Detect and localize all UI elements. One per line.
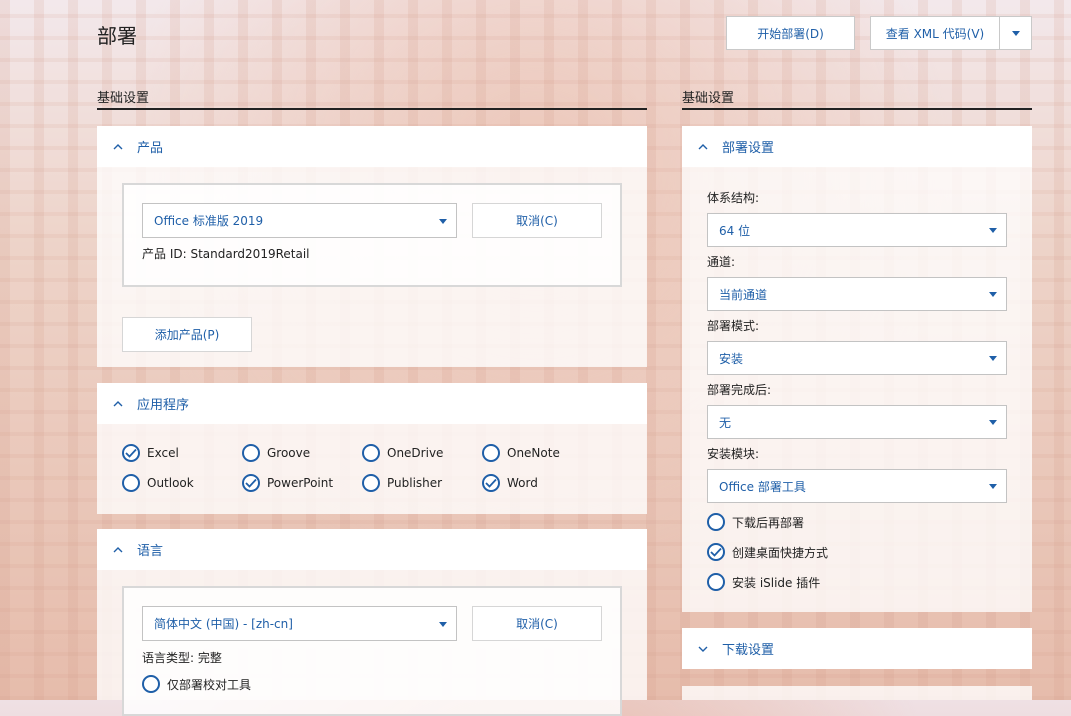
install-module-value: Office 部署工具 (719, 479, 806, 494)
checkmark-icon (122, 444, 140, 462)
app-checkbox-word[interactable]: Word (482, 474, 538, 492)
create-desktop-shortcut-checkbox[interactable]: 创建桌面快捷方式 (707, 543, 828, 561)
dropdown-caret-icon (439, 621, 447, 627)
unchecked-circle-icon (707, 573, 725, 591)
download-settings-header[interactable]: 下载设置 (682, 628, 1032, 669)
architecture-label: 体系结构: (707, 191, 760, 205)
proofing-only-checkbox[interactable]: 仅部署校对工具 (142, 675, 251, 693)
download-settings-title: 下载设置 (722, 643, 775, 658)
right-section-divider (682, 108, 1032, 110)
dropdown-caret-icon (989, 484, 997, 489)
architecture-value: 64 位 (719, 223, 751, 238)
app-checkbox-onenote[interactable]: OneNote (482, 444, 560, 462)
product-select-value: Office 标准版 2019 (154, 214, 264, 228)
app-label: OneDrive (387, 446, 444, 460)
download-then-deploy-checkbox[interactable]: 下载后再部署 (707, 513, 804, 531)
app-checkbox-groove[interactable]: Groove (242, 444, 310, 462)
app-checkbox-powerpoint[interactable]: PowerPoint (242, 474, 333, 492)
unchecked-circle-icon (482, 444, 500, 462)
app-label: OneNote (507, 446, 560, 460)
after-deploy-select[interactable]: 无 (707, 405, 1007, 439)
products-panel-title: 产品 (137, 141, 164, 156)
create-desktop-shortcut-label: 创建桌面快捷方式 (732, 545, 829, 560)
app-label: Groove (267, 446, 311, 460)
chevron-up-icon (107, 393, 129, 415)
proofing-only-label: 仅部署校对工具 (167, 677, 252, 692)
chevron-up-icon (692, 136, 714, 158)
install-module-label: 安装模块: (707, 447, 760, 461)
channel-label: 通道: (707, 255, 736, 269)
language-cancel-button[interactable]: 取消(C) (472, 606, 602, 641)
dropdown-caret-icon (989, 228, 997, 233)
install-module-select[interactable]: Office 部署工具 (707, 469, 1007, 503)
language-select-value: 简体中文 (中国) - [zh-cn] (154, 617, 293, 631)
deploy-mode-select[interactable]: 安装 (707, 341, 1007, 375)
app-checkbox-outlook[interactable]: Outlook (122, 474, 194, 492)
unchecked-circle-icon (362, 474, 380, 492)
chevron-up-icon (107, 539, 129, 561)
more-options-button[interactable] (999, 16, 1032, 50)
apps-panel-header[interactable]: 应用程序 (97, 383, 647, 424)
app-checkbox-publisher[interactable]: Publisher (362, 474, 442, 492)
after-deploy-value: 无 (719, 415, 732, 430)
next-panel-edge (682, 686, 1032, 700)
app-label: Excel (147, 446, 179, 460)
product-select[interactable]: Office 标准版 2019 (142, 203, 457, 238)
after-deploy-label: 部署完成后: (707, 383, 772, 397)
language-type-text: 语言类型: 完整 (142, 651, 222, 665)
left-section-divider (97, 108, 647, 110)
deploy-mode-value: 安装 (719, 351, 744, 366)
add-product-button[interactable]: 添加产品(P) (122, 317, 252, 352)
channel-select[interactable]: 当前通道 (707, 277, 1007, 311)
channel-value: 当前通道 (719, 287, 768, 302)
app-checkbox-onedrive[interactable]: OneDrive (362, 444, 443, 462)
dropdown-caret-icon (989, 356, 997, 361)
dropdown-caret-icon (439, 218, 447, 224)
product-cancel-button[interactable]: 取消(C) (472, 203, 602, 238)
language-panel-title: 语言 (137, 544, 164, 559)
unchecked-circle-icon (242, 444, 260, 462)
view-xml-button[interactable]: 查看 XML 代码(V) (870, 16, 1000, 50)
deploy-settings-title: 部署设置 (722, 141, 775, 156)
chevron-down-icon (1011, 30, 1020, 36)
page-title: 部署 (97, 24, 137, 48)
app-label: PowerPoint (267, 476, 334, 490)
checkmark-icon (707, 543, 725, 561)
checkmark-icon (482, 474, 500, 492)
language-select[interactable]: 简体中文 (中国) - [zh-cn] (142, 606, 457, 641)
right-section-label: 基础设置 (682, 91, 735, 106)
chevron-up-icon (107, 136, 129, 158)
app-label: Word (507, 476, 538, 490)
deploy-mode-label: 部署模式: (707, 319, 760, 333)
dropdown-caret-icon (989, 292, 997, 297)
product-id-text: 产品 ID: Standard2019Retail (142, 247, 310, 261)
unchecked-circle-icon (707, 513, 725, 531)
dropdown-caret-icon (989, 420, 997, 425)
unchecked-circle-icon (362, 444, 380, 462)
install-islide-checkbox[interactable]: 安装 iSlide 插件 (707, 573, 820, 591)
language-panel-header[interactable]: 语言 (97, 529, 647, 570)
install-islide-label: 安装 iSlide 插件 (732, 575, 821, 590)
apps-panel-title: 应用程序 (137, 398, 190, 413)
download-then-deploy-label: 下载后再部署 (732, 515, 805, 530)
unchecked-circle-icon (122, 474, 140, 492)
checkmark-icon (242, 474, 260, 492)
unchecked-circle-icon (142, 675, 160, 693)
app-checkbox-excel[interactable]: Excel (122, 444, 179, 462)
chevron-down-icon (692, 638, 714, 660)
start-deploy-button[interactable]: 开始部署(D) (726, 16, 855, 50)
app-label: Publisher (387, 476, 443, 490)
left-section-label: 基础设置 (97, 91, 150, 106)
app-label: Outlook (147, 476, 194, 490)
deploy-settings-header[interactable]: 部署设置 (682, 126, 1032, 167)
products-panel-header[interactable]: 产品 (97, 126, 647, 167)
architecture-select[interactable]: 64 位 (707, 213, 1007, 247)
